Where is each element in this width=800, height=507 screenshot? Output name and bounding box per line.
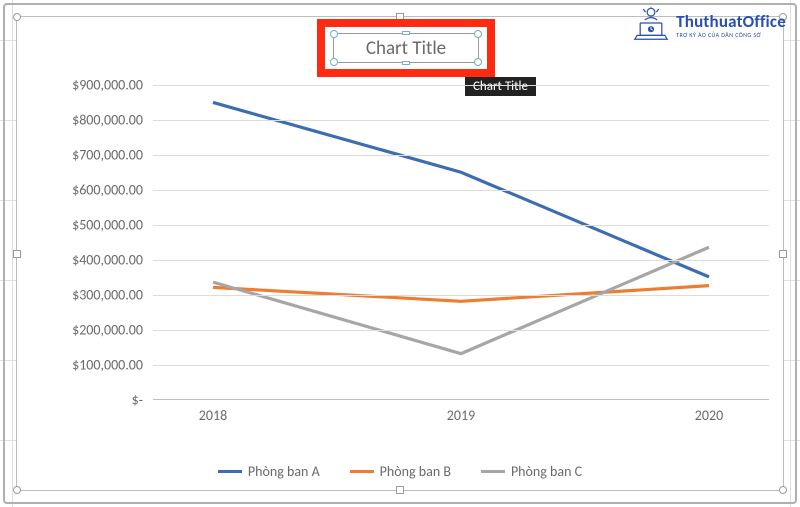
gridline <box>153 155 769 156</box>
legend-swatch <box>350 470 374 473</box>
y-axis-tick: $- <box>49 392 149 409</box>
resize-handle[interactable] <box>402 61 410 65</box>
plot-area <box>153 85 769 400</box>
y-axis-tick: $600,000.00 <box>49 182 149 199</box>
y-axis-tick: $500,000.00 <box>49 217 149 234</box>
gridline <box>153 365 769 366</box>
legend-label: Phòng ban B <box>380 463 451 480</box>
y-axis: $- $100,000.00 $200,000.00 $300,000.00 $400,… <box>49 85 149 415</box>
y-axis-tick: $400,000.00 <box>49 252 149 269</box>
gridline <box>153 260 769 261</box>
gridline <box>153 85 769 86</box>
legend[interactable]: Phòng ban A Phòng ban B Phòng ban C <box>17 463 783 480</box>
gridline <box>153 120 769 121</box>
chart-title-textbox[interactable]: Chart Title <box>333 33 479 63</box>
y-axis-tick: $200,000.00 <box>49 322 149 339</box>
series-line[interactable] <box>213 286 709 302</box>
legend-swatch <box>481 470 505 473</box>
resize-handle[interactable] <box>474 58 482 66</box>
gridline <box>153 330 769 331</box>
resize-handle[interactable] <box>330 30 338 38</box>
resize-handle[interactable] <box>474 30 482 38</box>
legend-item[interactable]: Phòng ban B <box>350 463 451 480</box>
watermark-subtitle: TRỢ KÝ ẢO CỦA DÂN CÔNG SỞ <box>676 32 786 38</box>
person-laptop-icon <box>632 6 670 45</box>
watermark-logo: ThuthuatOffice TRỢ KÝ ẢO CỦA DÂN CÔNG SỞ <box>632 6 786 45</box>
y-axis-tick: $800,000.00 <box>49 112 149 129</box>
x-axis-tick: 2019 <box>447 407 475 424</box>
resize-handle[interactable] <box>779 250 787 258</box>
legend-label: Phòng ban A <box>248 463 320 480</box>
resize-handle[interactable] <box>13 486 21 494</box>
y-axis-tick: $100,000.00 <box>49 357 149 374</box>
resize-handle[interactable] <box>13 250 21 258</box>
y-axis-tick: $300,000.00 <box>49 287 149 304</box>
gridline <box>153 190 769 191</box>
watermark-name: ThuthuatOffice <box>676 13 786 30</box>
y-axis-tick: $900,000.00 <box>49 77 149 94</box>
legend-item[interactable]: Phòng ban A <box>218 463 320 480</box>
resize-handle[interactable] <box>402 31 410 35</box>
chart-object[interactable]: Chart Title Chart Title $-$100,000.00$20… <box>16 16 784 491</box>
resize-handle[interactable] <box>779 486 787 494</box>
legend-swatch <box>218 470 242 473</box>
gridline <box>153 295 769 296</box>
chart-lines <box>153 85 769 399</box>
x-axis-tick: 2018 <box>199 407 227 424</box>
plot-region: $- $100,000.00 $200,000.00 $300,000.00 $400,… <box>49 85 769 415</box>
x-axis-tick: 2020 <box>695 407 723 424</box>
legend-item[interactable]: Phòng ban C <box>481 463 582 480</box>
legend-label: Phòng ban C <box>511 463 582 480</box>
gridline <box>153 225 769 226</box>
y-axis-tick: $700,000.00 <box>49 147 149 164</box>
resize-handle[interactable] <box>13 13 21 21</box>
resize-handle[interactable] <box>330 58 338 66</box>
resize-handle[interactable] <box>396 486 404 494</box>
chart-title-text: Chart Title <box>366 37 446 60</box>
